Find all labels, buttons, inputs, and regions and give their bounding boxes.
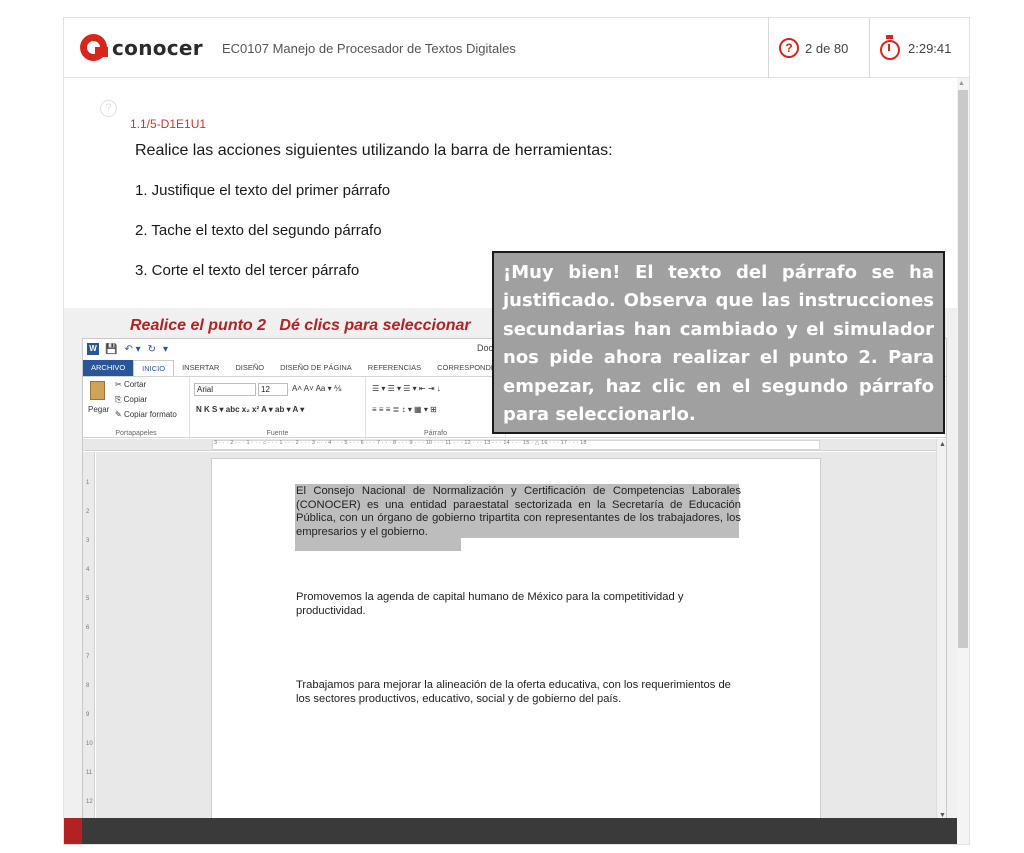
scroll-up-icon[interactable]: ▲ — [939, 441, 946, 448]
word-logo-icon: W — [87, 343, 99, 355]
font-tools-row1[interactable]: A˄ A˅ Aa ▾ ⅍ — [292, 384, 341, 393]
vruler-mark: 6 — [86, 625, 90, 631]
format-painter-button[interactable]: ✎ Copiar formato — [115, 410, 177, 419]
question-step: 1. Justifique el texto del primer párraf… — [135, 182, 391, 199]
question-icon: ? — [779, 38, 799, 58]
question-step: 3. Corte el texto del tercer párrafo — [135, 262, 360, 279]
paragraph-group-label: Párrafo — [424, 430, 447, 437]
conocer-logo-icon — [80, 34, 108, 61]
paragraph-2[interactable]: Promovemos la agenda de capital humano d… — [296, 591, 748, 618]
document-page: El Consejo Nacional de Normalización y C… — [211, 458, 821, 843]
paste-icon[interactable] — [90, 381, 105, 400]
redo-icon[interactable]: ↻ — [148, 344, 156, 355]
instruction-action: Dé clics para seleccionar — [279, 317, 471, 334]
instruction-label: Realice el punto 2 Dé clics para selecci… — [130, 317, 471, 335]
tab-insertar[interactable]: INSERTAR — [174, 360, 227, 376]
vruler-mark: 2 — [86, 509, 90, 515]
tab-inicio[interactable]: INICIO — [133, 360, 175, 376]
page-scroll-up-icon[interactable]: ▲ — [958, 80, 965, 87]
page-scrollbar-thumb[interactable] — [958, 90, 968, 648]
footer-accent — [64, 818, 82, 844]
feedback-tooltip: ¡Muy bien! El texto del párrafo se ha ju… — [492, 251, 945, 434]
tab-diseno[interactable]: DISEÑO — [227, 360, 272, 376]
font-group: Arial 12 A˄ A˅ Aa ▾ ⅍ N K S ▾ abc x₂ x² … — [190, 377, 366, 439]
font-tools-row2[interactable]: N K S ▾ abc x₂ x² A ▾ ab ▾ A ▾ — [196, 405, 304, 414]
vruler-mark: 12 — [86, 799, 93, 805]
paragraph-group: ☰ ▾ ☰ ▾ ☰ ▾ ⇤ ⇥ ↓ ≡ ≡ ≡ ≣ ↕ ▾ ▦ ▾ ⊞ Párr… — [366, 377, 506, 439]
font-group-label: Fuente — [266, 430, 289, 437]
vertical-ruler: 1 2 3 4 5 6 7 8 9 10 11 12 13 — [83, 452, 95, 843]
clipboard-group-label: Portapapeles — [115, 430, 157, 437]
vruler-mark: 11 — [86, 770, 93, 776]
paragraph-3[interactable]: Trabajamos para mejorar la alineación de… — [296, 679, 736, 706]
format-painter-label: Copiar formato — [123, 410, 177, 419]
question-code: 1.1/5-D1E1U1 — [130, 117, 207, 131]
ruler-marks: 3 · · · 2 · · · 1 · · · ⌂ · · · 1 · · · … — [214, 440, 587, 446]
vruler-mark: 9 — [86, 712, 90, 718]
question-step: 2. Tache el texto del segundo párrafo — [135, 222, 382, 239]
timer: 2:29:41 — [869, 18, 969, 78]
tab-diseno-de-pagina[interactable]: DISEÑO DE PÁGINA — [272, 360, 360, 376]
cut-button[interactable]: ✂ Cortar — [115, 380, 146, 389]
vruler-mark: 8 — [86, 683, 90, 689]
paragraph-tools-row1[interactable]: ☰ ▾ ☰ ▾ ☰ ▾ ⇤ ⇥ ↓ — [372, 384, 441, 393]
copy-label: Copiar — [123, 395, 148, 404]
vruler-mark: 1 — [86, 480, 90, 486]
customize-toolbar-icon[interactable]: ▾ — [163, 344, 168, 355]
question-counter: ? 2 de 80 — [768, 18, 868, 78]
conocer-logo: conocer — [80, 34, 203, 61]
vruler-mark: 4 — [86, 567, 90, 573]
document-name: Doc — [477, 343, 494, 353]
vruler-mark: 3 — [86, 538, 90, 544]
paste-button[interactable]: Pegar — [88, 405, 109, 414]
ribbon-tabs: ARCHIVO INICIO INSERTAR DISEÑO DISEÑO DE… — [83, 360, 504, 376]
cut-label: Cortar — [123, 380, 147, 389]
logo-text: conocer — [112, 35, 203, 60]
question-counter-text: 2 de 80 — [805, 40, 849, 56]
footer-bar — [64, 818, 969, 844]
help-icon[interactable]: ? — [100, 100, 117, 117]
paragraph-1[interactable]: El Consejo Nacional de Normalización y C… — [296, 485, 741, 539]
document-scrollbar[interactable]: ▲ ▼ — [936, 439, 946, 843]
font-name-select[interactable]: Arial — [194, 383, 256, 396]
vruler-mark: 7 — [86, 654, 90, 660]
horizontal-ruler: 3 · · · 2 · · · 1 · · · ⌂ · · · 1 · · · … — [83, 439, 946, 451]
font-size-select[interactable]: 12 — [258, 383, 288, 396]
tab-archivo[interactable]: ARCHIVO — [83, 360, 134, 376]
tab-referencias[interactable]: REFERENCIAS — [360, 360, 429, 376]
copy-button[interactable]: ⎘ Copiar — [115, 395, 147, 405]
instruction-point: Realice el punto 2 — [130, 317, 267, 334]
question-intro: Realice las acciones siguientes utilizan… — [135, 142, 613, 159]
timer-text: 2:29:41 — [908, 40, 952, 56]
vruler-mark: 10 — [86, 741, 93, 747]
undo-icon[interactable]: ↶ ▾ — [124, 344, 140, 355]
app-header: conocer EC0107 Manejo de Procesador de T… — [64, 18, 969, 78]
clipboard-group: Pegar ✂ Cortar ⎘ Copiar ✎ Copiar formato… — [83, 377, 190, 439]
paragraph-tools-row2[interactable]: ≡ ≡ ≡ ≣ ↕ ▾ ▦ ▾ ⊞ — [372, 405, 437, 414]
stopwatch-icon — [880, 34, 900, 60]
course-title: EC0107 Manejo de Procesador de Textos Di… — [222, 41, 516, 56]
save-icon[interactable]: 💾 — [105, 344, 117, 355]
vruler-mark: 5 — [86, 596, 90, 602]
